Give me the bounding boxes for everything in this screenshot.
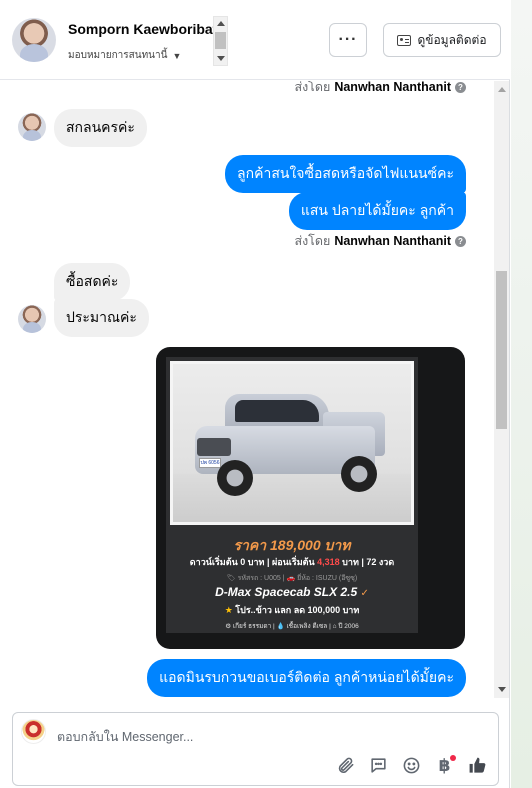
scrollbar-thumb[interactable]: [215, 32, 226, 49]
header-scrollbar[interactable]: [213, 16, 228, 66]
contact-avatar[interactable]: [12, 18, 56, 62]
model-name: D-Max Spacecab SLX 2.5: [215, 585, 358, 599]
contact-avatar-small[interactable]: [18, 305, 46, 333]
contact-avatar-small[interactable]: [18, 113, 46, 141]
promo-price: ราคา 189,000 บาท: [233, 537, 351, 553]
help-icon[interactable]: ?: [455, 235, 466, 247]
license-plate: ปพ 6056: [199, 458, 221, 468]
promo-offer-text: โปร..ข้าว แลก ลด 100,000 บาท: [235, 605, 360, 615]
more-options-button[interactable]: ···: [329, 23, 367, 57]
sent-by-prefix: ส่งโดย: [294, 81, 331, 94]
terms-suffix: บาท | 72 งวด: [339, 557, 395, 567]
sent-by-label: ส่งโดย Nanwhan Nanthanit ?: [294, 81, 466, 97]
scrollbar-thumb[interactable]: [496, 271, 507, 429]
sent-by-name[interactable]: Nanwhan Nanthanit: [334, 81, 451, 94]
car-promo-image-message[interactable]: ปพ 6056 ราคา 189,000 บาท ดาวน์เริ่มต้น 0…: [156, 347, 465, 649]
assign-conversation-dropdown[interactable]: มอบหมายการสนทนานี้ ▼: [68, 48, 181, 63]
scroll-up-arrow-icon[interactable]: [217, 21, 225, 26]
background-edge: [511, 0, 532, 788]
payment-baht-icon[interactable]: ฿: [434, 755, 456, 776]
thumbs-up-icon[interactable]: [467, 755, 488, 776]
incoming-message[interactable]: ประมาณค่ะ: [54, 299, 149, 337]
promo-offer: ★ โปร..ข้าว แลก ลด 100,000 บาท: [166, 603, 418, 617]
truck-grille: [197, 438, 231, 456]
outgoing-message[interactable]: แสน ปลายได้มั้ยคะ ลูกค้า: [288, 192, 466, 230]
view-contact-info-button[interactable]: ดูข้อมูลติดต่อ: [383, 23, 501, 57]
scroll-down-arrow-icon[interactable]: [498, 687, 506, 692]
sent-by-prefix: ส่งโดย: [294, 234, 331, 248]
contact-name[interactable]: Somporn Kaewboribat: [68, 21, 214, 37]
view-contact-info-label: ดูข้อมูลติดต่อ: [417, 32, 487, 47]
outgoing-message[interactable]: แอดมินรบกวนขอเบอร์ติดต่อ ลูกค้าหน่อยได้ม…: [147, 659, 466, 697]
promo-specs: 🏷 รหัสรถ : U005 | 🚗 ยี่ห้อ : ISUZU (อีซู…: [226, 575, 358, 582]
terms-installment: 4,318: [317, 557, 340, 567]
star-icon: ★: [224, 605, 233, 615]
composer-toolbar: ฿: [335, 755, 488, 776]
chevron-down-icon: ▼: [172, 50, 182, 61]
page-avatar: [21, 719, 46, 744]
saved-replies-icon[interactable]: [368, 755, 389, 776]
verified-check-icon: ✓: [360, 588, 369, 599]
promo-model: D-Max Spacecab SLX 2.5 ✓: [166, 585, 418, 599]
emoji-icon[interactable]: [401, 755, 422, 776]
scroll-up-arrow-icon[interactable]: [498, 87, 506, 92]
conversation-header: Somporn Kaewboribat มอบหมายการสนทนานี้ ▼…: [0, 0, 510, 80]
message-thread: ส่งโดย Nanwhan Nanthanit ? สกลนครค่ะ ลูก…: [0, 81, 510, 698]
front-wheel: [217, 460, 253, 496]
thread-scrollbar[interactable]: [494, 81, 509, 698]
sent-by-name[interactable]: Nanwhan Nanthanit: [334, 234, 451, 248]
attachment-paperclip-icon[interactable]: [335, 755, 356, 776]
reply-input[interactable]: ตอบกลับใน Messenger...: [57, 727, 193, 747]
assign-label: มอบหมายการสนทนานี้: [68, 50, 168, 61]
notification-dot: [450, 755, 456, 761]
rear-wheel: [341, 456, 377, 492]
reply-composer[interactable]: ตอบกลับใน Messenger... ฿: [12, 712, 499, 786]
truck-windshield: [235, 400, 319, 422]
conversation-panel: Somporn Kaewboribat มอบหมายการสนทนานี้ ▼…: [0, 0, 510, 788]
incoming-message[interactable]: ซื้อสดค่ะ: [54, 263, 131, 301]
scroll-down-arrow-icon[interactable]: [217, 56, 225, 61]
terms-prefix: ดาวน์เริ่มต้น 0 บาท | ผ่อนเริ่มต้น: [189, 557, 318, 567]
help-icon[interactable]: ?: [455, 81, 466, 93]
contact-card-icon: [397, 34, 412, 46]
outgoing-message[interactable]: ลูกค้าสนใจซื้อสดหรือจัดไฟแนนซ์คะ: [225, 155, 466, 193]
pickup-truck-photo: ปพ 6056: [170, 361, 414, 525]
promo-card: ปพ 6056 ราคา 189,000 บาท ดาวน์เริ่มต้น 0…: [166, 357, 418, 633]
incoming-message[interactable]: สกลนครค่ะ: [54, 109, 147, 147]
sent-by-label: ส่งโดย Nanwhan Nanthanit ?: [294, 231, 466, 251]
promo-footer: ⚙ เกียร์ ธรรมดา | 💧 เชื้อเพลิง ดีเซล | ⌂…: [225, 623, 359, 630]
promo-terms: ดาวน์เริ่มต้น 0 บาท | ผ่อนเริ่มต้น 4,318…: [166, 555, 418, 569]
